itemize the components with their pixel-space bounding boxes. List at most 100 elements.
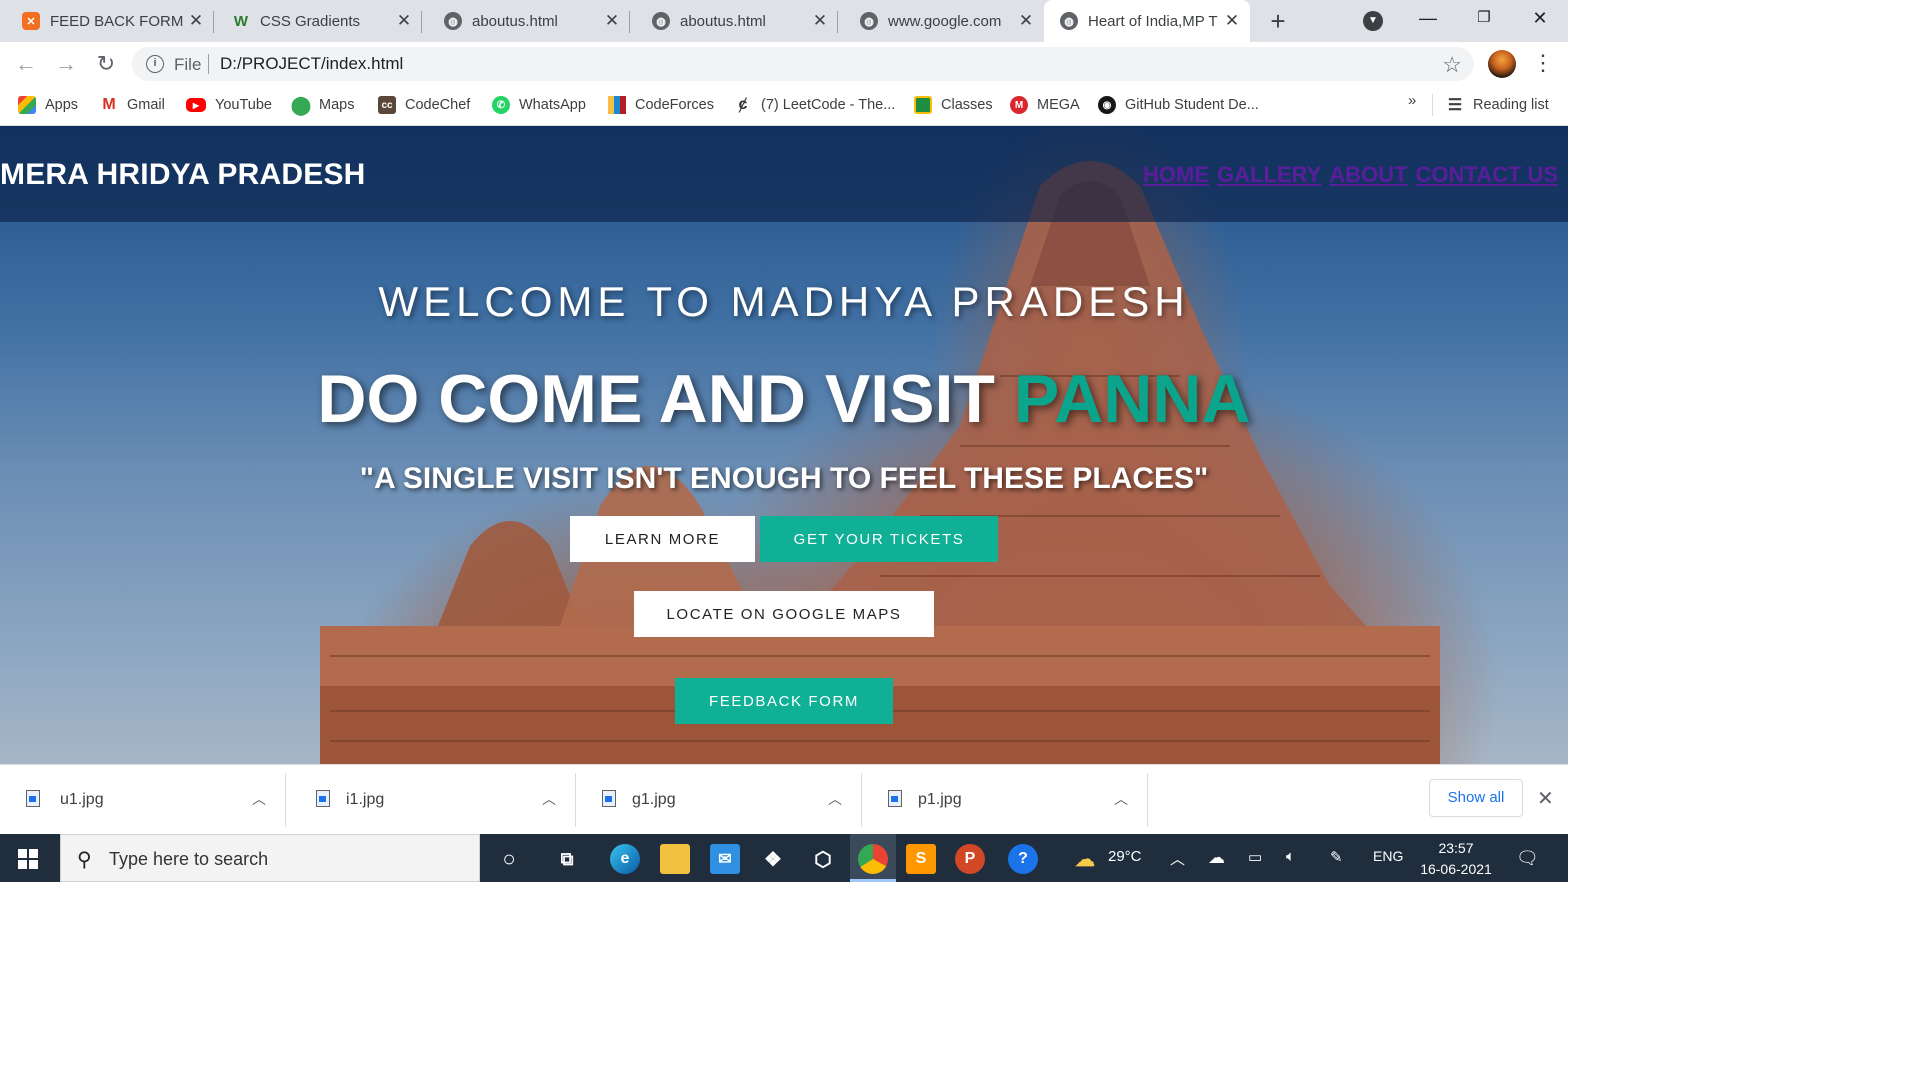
show-all-button[interactable]: Show all xyxy=(1429,779,1523,817)
close-tab-icon[interactable]: ✕ xyxy=(184,11,208,31)
classroom-icon xyxy=(914,96,932,114)
bookmark-star-icon[interactable]: ☆ xyxy=(1442,52,1462,78)
weather-icon[interactable]: ☁ xyxy=(1070,844,1100,874)
w3schools-icon: W xyxy=(233,12,249,30)
bookmark-maps[interactable]: ⬤ Maps xyxy=(291,94,355,116)
image-file-icon xyxy=(316,790,330,807)
windows-start-icon[interactable] xyxy=(18,849,38,869)
more-bookmarks-button[interactable]: » xyxy=(1408,92,1416,109)
close-tab-icon[interactable]: ✕ xyxy=(600,11,624,31)
bookmark-gmail[interactable]: M Gmail xyxy=(100,94,165,116)
bookmark-github[interactable]: ◉ GitHub Student De... xyxy=(1098,94,1259,116)
learn-more-button[interactable]: LEARN MORE xyxy=(570,516,755,562)
tab-google[interactable]: ◍ www.google.com ✕ xyxy=(838,0,1044,42)
chevron-up-icon[interactable]: ︿ xyxy=(1170,848,1185,869)
tab-aboutus-1[interactable]: ◍ aboutus.html ✕ xyxy=(422,0,630,42)
forward-icon[interactable]: → xyxy=(52,50,80,78)
nav-contact-link[interactable]: CONTACT US xyxy=(1416,162,1559,188)
chevron-up-icon[interactable]: ︿ xyxy=(252,789,266,809)
edge-icon[interactable]: e xyxy=(610,844,640,874)
tab-title: aboutus.html xyxy=(680,12,766,30)
hero-headline: DO COME AND VISIT PANNA xyxy=(0,360,1568,438)
tab-feedback-form[interactable]: ✕ FEED BACK FORM ✕ xyxy=(0,0,214,42)
close-tab-icon[interactable]: ✕ xyxy=(808,11,832,31)
reading-list-icon: ☰ xyxy=(1447,97,1463,114)
address-bar[interactable]: i File D:/PROJECT/index.html ☆ xyxy=(132,47,1474,81)
tab-heart-of-india[interactable]: ◍ Heart of India,MP T ✕ xyxy=(1044,0,1250,42)
download-item[interactable]: u1.jpg ︿ xyxy=(0,765,286,835)
reload-icon[interactable]: ↻ xyxy=(92,50,120,78)
mail-icon[interactable]: ✉ xyxy=(710,844,740,874)
bookmark-codechef[interactable]: cc CodeChef xyxy=(378,94,470,116)
battery-icon[interactable]: ▭ xyxy=(1248,848,1262,866)
download-filename: p1.jpg xyxy=(918,791,962,808)
close-tab-icon[interactable]: ✕ xyxy=(1220,11,1244,31)
bookmark-youtube[interactable]: ▶ YouTube xyxy=(186,94,272,116)
download-item[interactable]: g1.jpg ︿ xyxy=(576,765,862,835)
language-indicator[interactable]: ENG xyxy=(1373,848,1403,864)
task-view-icon[interactable]: ⧉ xyxy=(552,844,582,874)
bookmark-whatsapp[interactable]: ✆ WhatsApp xyxy=(492,94,586,116)
taskbar-clock[interactable]: 23:57 16-06-2021 xyxy=(1418,838,1494,880)
page-content: MERA HRIDYA PRADESH HOME GALLERY ABOUT C… xyxy=(0,126,1568,764)
bookmark-label: CodeForces xyxy=(635,97,714,113)
sublime-text-icon[interactable]: S xyxy=(906,844,936,874)
bookmark-classes[interactable]: Classes xyxy=(914,94,993,116)
site-nav: HOME GALLERY ABOUT CONTACT US xyxy=(1143,162,1558,188)
download-filename: g1.jpg xyxy=(632,791,676,808)
close-tab-icon[interactable]: ✕ xyxy=(1014,11,1038,31)
get-tickets-button[interactable]: GET YOUR TICKETS xyxy=(760,516,998,562)
site-header: MERA HRIDYA PRADESH HOME GALLERY ABOUT C… xyxy=(0,126,1568,222)
weather-temperature[interactable]: 29°C xyxy=(1108,848,1142,865)
headline-accent: PANNA xyxy=(1013,361,1251,437)
help-icon[interactable]: ? xyxy=(1008,844,1038,874)
restore-icon[interactable]: ❐ xyxy=(1456,0,1512,38)
close-shelf-icon[interactable]: ✕ xyxy=(1537,786,1554,811)
nav-about-link[interactable]: ABOUT xyxy=(1329,162,1407,188)
locate-maps-button[interactable]: LOCATE ON GOOGLE MAPS xyxy=(634,591,934,637)
info-icon[interactable]: i xyxy=(146,55,164,73)
bookmark-apps[interactable]: Apps xyxy=(18,94,78,116)
chevron-up-icon[interactable]: ︿ xyxy=(828,789,842,809)
bookmark-mega[interactable]: M MEGA xyxy=(1010,94,1080,116)
nav-home-link[interactable]: HOME xyxy=(1143,162,1209,188)
volume-icon[interactable]: 🔈︎ xyxy=(1286,848,1295,865)
tab-search-icon[interactable]: ▼ xyxy=(1363,11,1383,31)
dropbox-icon[interactable]: ❖ xyxy=(758,844,788,874)
notifications-icon[interactable]: 🗨︎ xyxy=(1516,848,1539,869)
download-item[interactable]: p1.jpg ︿ xyxy=(862,765,1148,835)
taskbar-search-box[interactable]: ⚲ Type here to search xyxy=(60,834,480,882)
onedrive-icon[interactable]: ☁ xyxy=(1208,848,1225,868)
close-window-icon[interactable]: ✕ xyxy=(1512,0,1568,38)
nav-gallery-link[interactable]: GALLERY xyxy=(1217,162,1321,188)
tab-aboutus-2[interactable]: ◍ aboutus.html ✕ xyxy=(630,0,838,42)
site-brand[interactable]: MERA HRIDYA PRADESH xyxy=(0,158,366,192)
chrome-icon[interactable] xyxy=(858,844,888,874)
new-tab-button[interactable]: + xyxy=(1266,6,1290,36)
globe-icon: ◍ xyxy=(444,12,462,30)
reading-list-button[interactable]: ☰ Reading list xyxy=(1446,94,1549,116)
bookmark-label: MEGA xyxy=(1037,97,1080,113)
pen-icon[interactable]: ✎ xyxy=(1330,848,1343,866)
clock-time: 23:57 xyxy=(1438,840,1474,856)
url-text[interactable]: D:/PROJECT/index.html xyxy=(220,54,403,74)
chevron-up-icon[interactable]: ︿ xyxy=(1114,789,1128,809)
feedback-form-button[interactable]: FEEDBACK FORM xyxy=(675,678,893,724)
cortana-icon[interactable]: ○ xyxy=(494,844,524,874)
bookmark-codeforces[interactable]: CodeForces xyxy=(608,94,714,116)
bookmark-leetcode[interactable]: ȼ (7) LeetCode - The... xyxy=(734,94,896,116)
back-icon[interactable]: ← xyxy=(12,50,40,78)
close-tab-icon[interactable]: ✕ xyxy=(392,11,416,31)
file-explorer-icon[interactable] xyxy=(660,844,690,874)
windows-taskbar: ⚲ Type here to search ○ ⧉ e ✉ ❖ ⬡ S P ? … xyxy=(0,834,1568,882)
powerpoint-icon[interactable]: P xyxy=(955,844,985,874)
minimize-icon[interactable]: — xyxy=(1400,0,1456,38)
chevron-up-icon[interactable]: ︿ xyxy=(542,789,556,809)
tab-css-gradients[interactable]: W CSS Gradients ✕ xyxy=(214,0,422,42)
profile-avatar[interactable] xyxy=(1488,50,1516,78)
download-separator xyxy=(1147,773,1148,827)
unity-icon[interactable]: ⬡ xyxy=(808,844,838,874)
download-item[interactable]: i1.jpg ︿ xyxy=(290,765,576,835)
tab-strip: ✕ FEED BACK FORM ✕ W CSS Gradients ✕ ◍ a… xyxy=(0,0,1568,42)
menu-dots-icon[interactable]: ⋮ xyxy=(1532,52,1554,74)
